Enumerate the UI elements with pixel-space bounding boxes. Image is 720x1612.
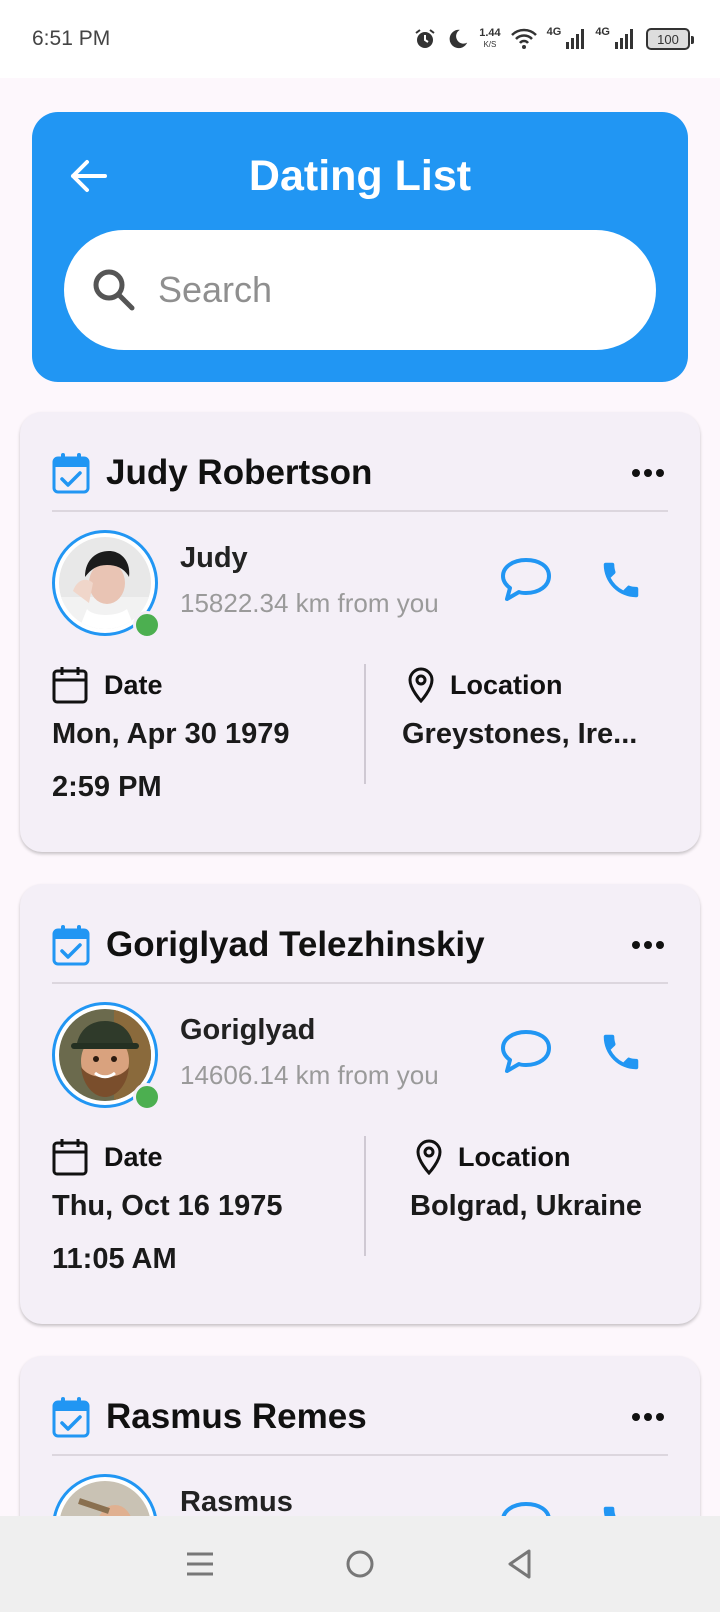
more-options-button[interactable] xyxy=(628,458,668,488)
circle-icon xyxy=(346,1550,374,1578)
date-value: Thu, Oct 16 1975 xyxy=(52,1190,283,1222)
battery-indicator: 100 xyxy=(646,28,694,50)
avatar[interactable] xyxy=(52,1002,161,1111)
location-value: Bolgrad, Ukraine xyxy=(410,1190,643,1222)
divider xyxy=(52,982,668,984)
network-type-1: 4G xyxy=(546,26,562,38)
avatar[interactable] xyxy=(52,530,161,639)
first-name: Judy xyxy=(180,542,248,574)
date-section: Date Mon, Apr 30 1979 2:59 PM xyxy=(52,664,352,804)
chat-bubble-icon xyxy=(501,1030,551,1073)
location-pin-icon xyxy=(408,667,434,703)
calendar-icon xyxy=(52,667,88,704)
home-button[interactable] xyxy=(335,1539,385,1589)
calendar-check-icon xyxy=(52,453,90,494)
date-section: Date Thu, Oct 16 1975 11:05 AM xyxy=(52,1136,352,1276)
vertical-divider xyxy=(364,664,366,784)
dating-card[interactable]: Judy Robertson Judy 15822.34 km from you… xyxy=(20,412,700,852)
network-speed: 1.44 K/S xyxy=(479,27,501,50)
search-bar[interactable] xyxy=(64,230,656,350)
status-time: 6:51 PM xyxy=(32,27,111,50)
divider xyxy=(52,510,668,512)
first-name: Goriglyad xyxy=(180,1014,316,1046)
wifi-icon xyxy=(510,28,537,49)
chat-bubble-icon xyxy=(501,558,551,601)
card-full-name: Goriglyad Telezhinskiy xyxy=(106,925,485,964)
date-label: Date xyxy=(104,1141,163,1172)
more-options-button[interactable] xyxy=(628,930,668,960)
more-horizontal-icon xyxy=(632,1413,664,1421)
divider xyxy=(52,1454,668,1456)
header: Dating List xyxy=(32,112,688,382)
more-horizontal-icon xyxy=(632,469,664,477)
card-header: Rasmus Remes xyxy=(52,1392,668,1442)
page-title: Dating List xyxy=(248,152,472,200)
date-label: Date xyxy=(104,669,163,700)
message-button[interactable] xyxy=(498,1027,554,1077)
signal-icon xyxy=(615,29,633,49)
calendar-check-icon xyxy=(52,925,90,966)
card-full-name: Rasmus Remes xyxy=(106,1397,367,1436)
vertical-divider xyxy=(364,1136,366,1256)
status-bar: 6:51 PM 1.44 K/S 4G 4G 100 xyxy=(0,0,720,78)
call-button[interactable] xyxy=(598,1029,644,1075)
dating-card[interactable]: Goriglyad Telezhinskiy Goriglyad 14606.1… xyxy=(20,884,700,1324)
online-status-dot xyxy=(133,1083,161,1111)
moon-icon xyxy=(449,29,468,49)
first-name: Rasmus xyxy=(180,1486,293,1518)
location-section: Location Bolgrad, Ukraine xyxy=(410,1136,700,1223)
recent-apps-button[interactable] xyxy=(175,1539,225,1589)
time-value: 11:05 AM xyxy=(52,1243,177,1275)
time-value: 2:59 PM xyxy=(52,771,162,803)
more-options-button[interactable] xyxy=(628,1402,668,1432)
system-nav-bar xyxy=(0,1516,720,1612)
more-horizontal-icon xyxy=(632,941,664,949)
search-icon xyxy=(93,269,135,311)
card-header: Judy Robertson xyxy=(52,448,668,498)
date-value: Mon, Apr 30 1979 xyxy=(52,718,290,750)
search-input[interactable] xyxy=(158,269,618,311)
card-header: Goriglyad Telezhinskiy xyxy=(52,920,668,970)
location-pin-icon xyxy=(416,1139,442,1175)
triangle-back-icon xyxy=(508,1549,531,1579)
distance-text: 15822.34 km from you xyxy=(180,588,439,618)
card-full-name: Judy Robertson xyxy=(106,453,373,492)
calendar-check-icon xyxy=(52,1397,90,1438)
signal-icon xyxy=(566,29,585,49)
location-label: Location xyxy=(450,669,563,700)
distance-text: 14606.14 km from you xyxy=(180,1060,439,1090)
message-button[interactable] xyxy=(498,555,554,605)
menu-icon xyxy=(187,1552,213,1576)
location-value: Greystones, Ire... xyxy=(402,718,638,750)
status-icons: 1.44 K/S 4G 4G 100 xyxy=(413,26,694,51)
calendar-icon xyxy=(52,1139,88,1176)
call-button[interactable] xyxy=(598,557,644,603)
phone-icon xyxy=(603,562,639,598)
network-type-2: 4G xyxy=(595,26,610,38)
alarm-icon xyxy=(415,29,435,48)
online-status-dot xyxy=(133,611,161,639)
back-nav-button[interactable] xyxy=(495,1539,545,1589)
phone-icon xyxy=(603,1034,639,1070)
location-label: Location xyxy=(458,1141,571,1172)
location-section: Location Greystones, Ire... xyxy=(402,664,692,751)
